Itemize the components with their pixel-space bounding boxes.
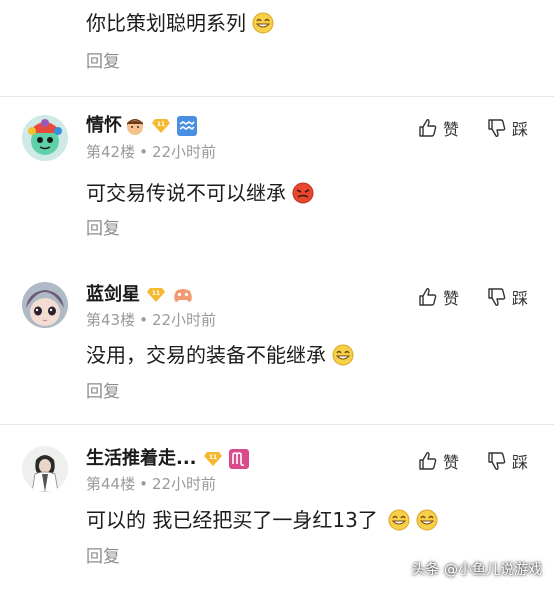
timestamp: 22小时前 <box>151 143 217 161</box>
dislike-button[interactable]: 踩 <box>487 449 528 473</box>
thumbs-down-icon <box>488 288 506 306</box>
comment-meta: 第43楼 • 22小时前 <box>86 310 216 330</box>
thumbs-up-icon <box>419 288 437 306</box>
angry-emoji-icon <box>292 182 314 204</box>
avatar-image <box>22 282 68 328</box>
username[interactable]: 生活推着走... 11 <box>86 447 249 471</box>
svg-text:11: 11 <box>152 290 160 297</box>
username[interactable]: 情怀 11 <box>86 114 197 138</box>
reply-button[interactable]: 回复 <box>86 381 120 403</box>
avatar[interactable] <box>22 446 68 492</box>
svg-text:11: 11 <box>157 121 165 128</box>
meta-separator: • <box>139 475 148 493</box>
virgo-zodiac-icon <box>228 449 249 469</box>
comment-text: 可以的 我已经把买了一身红13了 <box>86 507 438 533</box>
like-button[interactable]: 赞 <box>418 116 459 140</box>
timestamp: 22小时前 <box>151 475 217 493</box>
avatar[interactable] <box>22 282 68 328</box>
username-text: 生活推着走... <box>86 448 197 469</box>
floor-number: 第44楼 <box>86 475 136 493</box>
like-label: 赞 <box>443 453 460 472</box>
comment-text: 你比策划聪明系列 <box>86 11 246 35</box>
thumbs-up-icon <box>419 452 437 470</box>
thumbs-down-icon <box>488 119 506 137</box>
thumbs-up-icon <box>419 119 437 137</box>
reply-button-top[interactable]: 回复 <box>86 51 120 73</box>
watermark: 头条 @小鱼儿说游戏 <box>411 562 542 578</box>
like-label: 赞 <box>443 120 460 139</box>
aquarius-zodiac-icon <box>177 116 197 136</box>
comment-text-content: 可交易传说不可以继承 <box>86 181 286 205</box>
level-badge-icon: 11 <box>152 119 170 133</box>
level-badge-icon: 11 <box>203 452 222 466</box>
grin-emoji-icon <box>416 509 438 531</box>
gamepad-icon <box>174 289 192 302</box>
comment-text: 可交易传说不可以继承 <box>86 180 314 206</box>
username-text: 情怀 <box>86 115 122 136</box>
username[interactable]: 蓝剑星 11 <box>86 283 194 307</box>
reply-button[interactable]: 回复 <box>86 546 120 568</box>
comment-meta: 第42楼 • 22小时前 <box>86 142 216 162</box>
comment-text-content: 可以的 我已经把买了一身红13了 <box>86 508 378 532</box>
floor-number: 第43楼 <box>86 311 136 329</box>
dislike-label: 踩 <box>512 453 529 472</box>
divider <box>0 96 554 97</box>
svg-text:11: 11 <box>208 454 216 461</box>
avatar-image <box>22 446 68 492</box>
thumbs-down-icon <box>488 452 506 470</box>
dislike-label: 踩 <box>512 289 529 308</box>
dislike-button[interactable]: 踩 <box>487 116 528 140</box>
comment-text-content: 没用，交易的装备不能继承 <box>86 343 326 367</box>
like-button[interactable]: 赞 <box>418 449 459 473</box>
level-badge-icon: 11 <box>147 288 165 302</box>
avatar-image <box>22 115 68 161</box>
dislike-button[interactable]: 踩 <box>487 285 528 309</box>
comment-text-top: 你比策划聪明系列 <box>86 10 274 36</box>
comment-text: 没用，交易的装备不能继承 <box>86 342 354 368</box>
like-label: 赞 <box>443 289 460 308</box>
grin-emoji-icon <box>388 509 410 531</box>
grin-emoji-icon <box>252 12 274 34</box>
username-text: 蓝剑星 <box>86 284 140 305</box>
floor-number: 第42楼 <box>86 143 136 161</box>
dislike-label: 踩 <box>512 120 529 139</box>
reply-button[interactable]: 回复 <box>86 218 120 240</box>
timestamp: 22小时前 <box>151 311 217 329</box>
meta-separator: • <box>139 143 148 161</box>
grin-emoji-icon <box>332 344 354 366</box>
divider <box>0 424 554 425</box>
boy-emoji-icon <box>127 119 143 135</box>
like-button[interactable]: 赞 <box>418 285 459 309</box>
avatar[interactable] <box>22 115 68 161</box>
meta-separator: • <box>139 311 148 329</box>
comment-meta: 第44楼 • 22小时前 <box>86 474 216 494</box>
